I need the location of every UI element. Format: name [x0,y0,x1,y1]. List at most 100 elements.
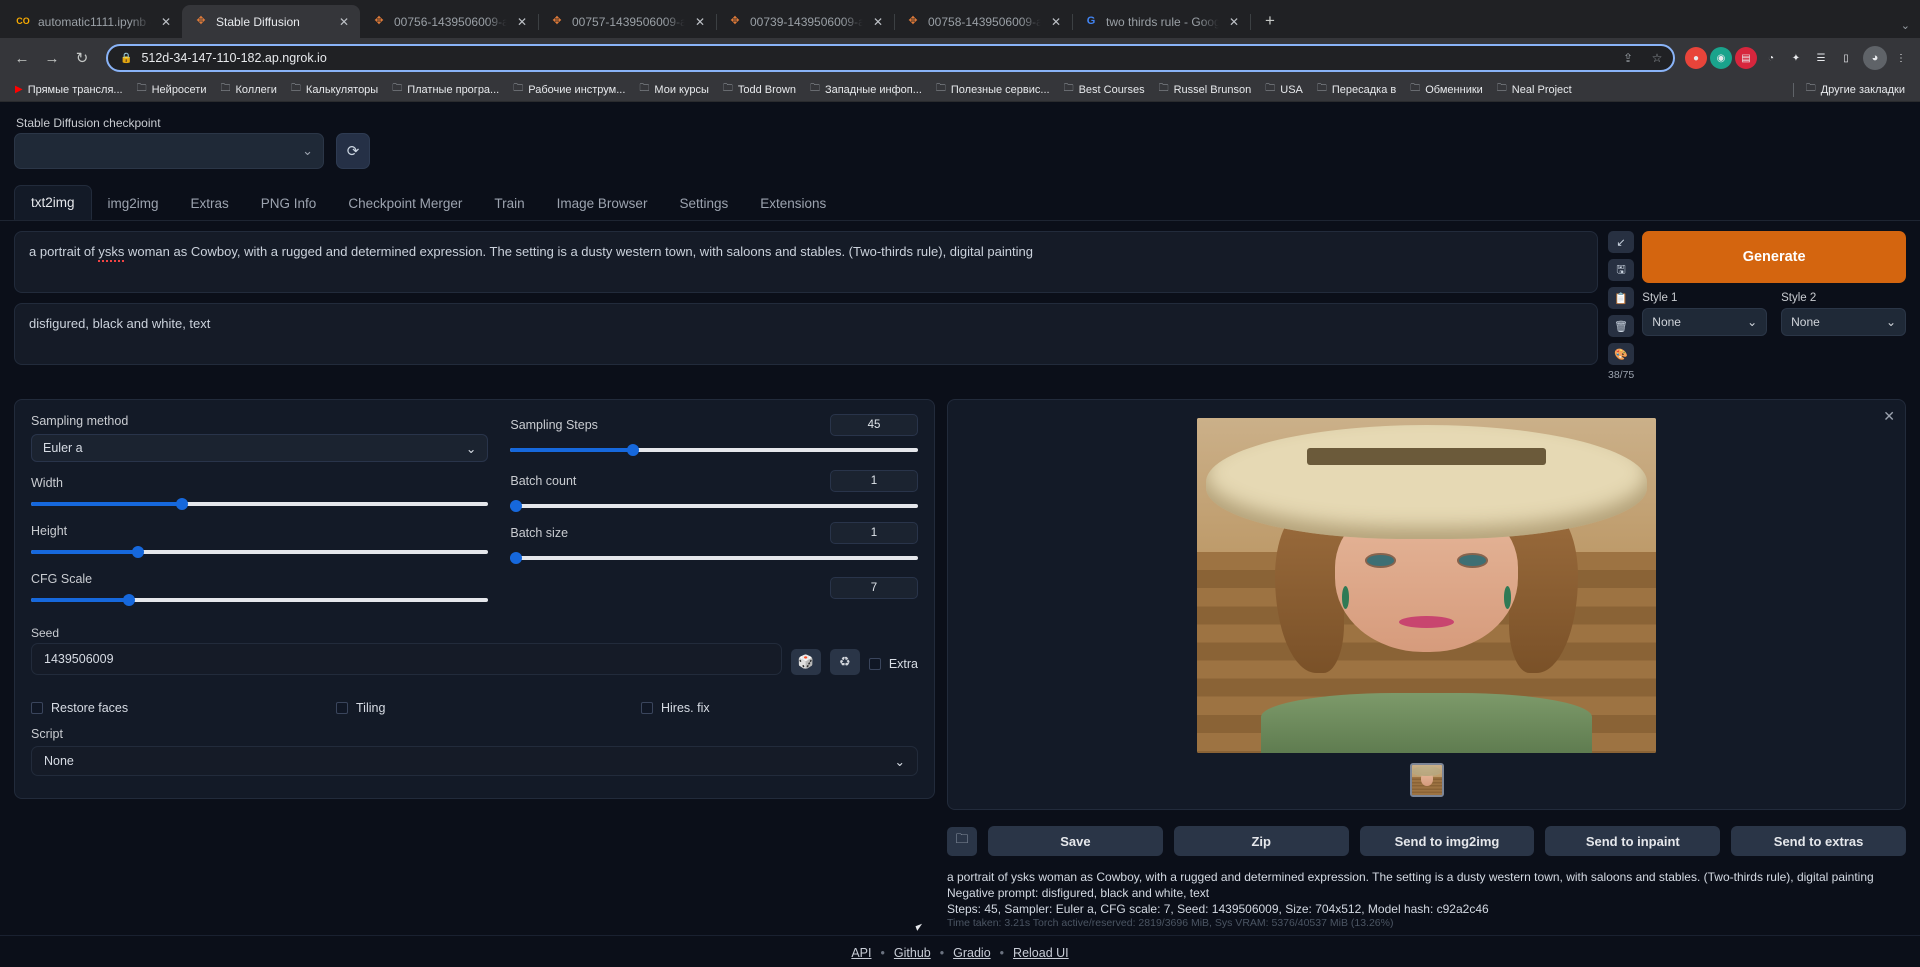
tab-image-browser[interactable]: Image Browser [541,187,664,220]
bookmark-item[interactable]: 🗀 Neal Project [1490,79,1579,100]
sampling-method-select[interactable]: Euler a ⌄ [31,434,489,462]
bookmark-item[interactable]: 🗀 Нейросети [130,79,214,100]
cfg-scale-input[interactable]: 7 [830,577,918,599]
close-icon[interactable]: ✕ [1883,408,1895,425]
sampling-steps-input[interactable]: 45 [830,414,918,436]
bookmark-item[interactable]: 🗀 Западные инфоп... [803,79,929,100]
bookmark-item[interactable]: 🗀 Рабочие инструм... [506,79,632,100]
batch-size-slider[interactable] [510,552,918,564]
clipboard-icon[interactable]: 📋 [1608,287,1634,309]
batch-count-slider[interactable] [510,500,918,512]
profile-avatar[interactable]: ◕ [1863,46,1887,70]
bookmark-item[interactable]: 🗀 Обменники [1403,79,1490,100]
generated-image[interactable] [1197,418,1656,753]
extension-crimson-icon[interactable]: ▤ [1735,47,1757,69]
checkbox-box[interactable] [336,702,348,714]
checkbox-box[interactable] [31,702,43,714]
tab-close-icon[interactable]: ✕ [514,14,530,30]
generate-button[interactable]: Generate [1642,231,1906,283]
open-folder-button[interactable]: 🗀 [947,826,977,856]
new-tab-button[interactable]: + [1256,7,1284,35]
positive-prompt-input[interactable]: a portrait of ysks woman as Cowboy, with… [14,231,1598,293]
negative-prompt-input[interactable]: disfigured, black and white, text [14,303,1598,365]
api-link[interactable]: API [851,946,871,960]
other-bookmarks-button[interactable]: 🗀 Другие закладки [1799,79,1912,100]
gradio-link[interactable]: Gradio [953,946,991,960]
tab-close-icon[interactable]: ✕ [692,14,708,30]
browser-tab[interactable]: ✥ 00757-1439506009-a photog ✕ [538,5,717,38]
tab-extensions[interactable]: Extensions [744,187,842,220]
reading-list-icon[interactable]: ☰ [1810,47,1832,69]
width-slider[interactable] [31,498,489,510]
tab-close-icon[interactable]: ✕ [870,14,886,30]
tab-txt2img[interactable]: txt2img [14,185,92,220]
bookmark-item[interactable]: 🗀 Мои курсы [632,79,715,100]
reuse-seed-button[interactable]: ♻ [829,649,860,675]
browser-tab[interactable]: ✥ 00739-1439506009-a photog ✕ [716,5,895,38]
tab-close-icon[interactable]: ✕ [1226,14,1242,30]
trash-icon[interactable]: 🗑 [1608,315,1634,337]
tab-close-icon[interactable]: ✕ [1048,14,1064,30]
refresh-checkpoints-button[interactable]: ⟳ [336,133,370,169]
style1-select[interactable]: None ⌄ [1642,308,1768,336]
checkbox-box[interactable] [641,702,653,714]
window-controls[interactable]: ⌄ [1901,19,1920,32]
browser-tab[interactable]: G two thirds rule - Google Search ✕ [1072,5,1251,38]
reload-ui-link[interactable]: Reload UI [1013,946,1069,960]
send-to-extras-button[interactable]: Send to extras [1731,826,1906,856]
send-to-img2img-button[interactable]: Send to img2img [1359,826,1535,856]
tab-checkpoint-merger[interactable]: Checkpoint Merger [332,187,478,220]
cfg-scale-slider[interactable] [31,594,489,606]
browser-tab[interactable]: CO automatic1111.ipynb - Colabora ✕ [4,5,183,38]
random-seed-button[interactable]: 🎲 [790,649,821,675]
tab-train[interactable]: Train [478,187,540,220]
slider-knob[interactable] [626,444,639,456]
hires-fix-checkbox[interactable]: Hires. fix [641,701,710,715]
bookmark-item[interactable]: 🗀 Калькуляторы [284,79,385,100]
browser-tab[interactable]: ✥ 00756-1439506009-a photog ✕ [360,5,539,38]
tab-png-info[interactable]: PNG Info [245,187,333,220]
checkbox-box[interactable] [868,658,881,670]
batch-count-input[interactable]: 1 [830,470,918,492]
bookmark-item[interactable]: 🗀 Коллеги [214,79,284,100]
slider-knob[interactable] [175,498,188,510]
side-panel-icon[interactable]: ▯ [1835,47,1857,69]
tiling-checkbox[interactable]: Tiling [336,701,641,715]
bookmark-item[interactable]: 🗀 Полезные сервис... [929,79,1057,100]
tab-settings[interactable]: Settings [663,187,744,220]
send-to-inpaint-button[interactable]: Send to inpaint [1545,826,1721,856]
sampling-steps-slider[interactable] [510,444,918,456]
star-icon[interactable]: ☆ [1647,48,1667,68]
tab-close-icon[interactable]: ✕ [158,14,174,30]
extra-seed-checkbox[interactable]: Extra [868,657,918,675]
tab-extras[interactable]: Extras [175,187,245,220]
style2-select[interactable]: None ⌄ [1781,308,1906,336]
seed-input[interactable]: 1439506009 [31,643,782,675]
browser-tab[interactable]: ✥ 00758-1439506009-a photog ✕ [894,5,1073,38]
height-slider[interactable] [31,546,489,558]
share-icon[interactable]: ⇪ [1618,48,1638,68]
slider-knob[interactable] [123,594,136,606]
bookmark-item[interactable]: ▶ Прямые трансля... [8,82,130,98]
batch-size-input[interactable]: 1 [830,522,918,544]
save-style-icon[interactable]: 🖫 [1608,259,1634,281]
tab-close-icon[interactable]: ✕ [336,14,352,30]
forward-icon[interactable]: → [38,44,66,72]
bookmark-item[interactable]: 🗀 Best Courses [1057,79,1152,100]
browser-tab-active[interactable]: ✥ Stable Diffusion ✕ [182,5,360,38]
puzzle-icon[interactable]: ✦ [1785,47,1807,69]
extension-red-icon[interactable]: ● [1685,47,1707,69]
save-button[interactable]: Save [988,826,1163,856]
help-icon[interactable]: ◔ [1760,47,1782,69]
slider-knob[interactable] [510,552,523,564]
checkpoint-select[interactable]: ⌄ [14,133,324,169]
bookmark-item[interactable]: 🗀 Todd Brown [716,79,803,100]
chrome-menu-icon[interactable]: ⋮ [1890,47,1912,69]
back-icon[interactable]: ← [8,44,36,72]
extension-teal-icon[interactable]: ◉ [1710,47,1732,69]
script-select[interactable]: None ⌄ [31,746,918,776]
palette-icon[interactable]: 🎨 [1608,343,1634,365]
reload-icon[interactable]: ↻ [68,44,96,72]
bookmark-item[interactable]: 🗀 Платные програ... [385,79,506,100]
slider-knob[interactable] [510,500,523,512]
